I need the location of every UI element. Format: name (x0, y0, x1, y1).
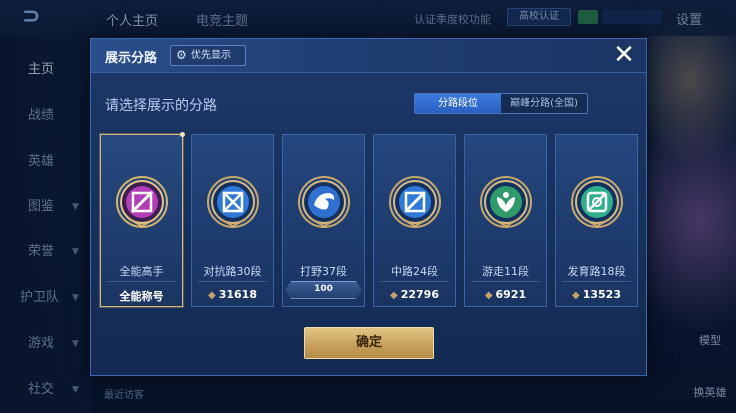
divider (562, 281, 631, 282)
lane-label: 中路24段 (391, 265, 438, 278)
lane-card-all-round[interactable]: 全能高手 全能称号 (100, 132, 185, 307)
selected-indicator (180, 132, 185, 137)
mid-lane-emblem-icon (388, 176, 441, 228)
jungle-emblem-icon (297, 176, 350, 228)
lane-value: 31618 (218, 288, 257, 301)
divider (471, 281, 540, 282)
rank-number: 100 (314, 284, 333, 294)
clash-lane-emblem-icon (206, 176, 259, 228)
divider (380, 281, 449, 282)
lane-display-dialog: 展示分路 ⚙ 优先显示 ✕ 请选择展示的分路 分路段位 巅峰分路(全国) 全能高… (90, 38, 647, 376)
gear-icon: ⚙ (176, 48, 187, 62)
dialog-header: 展示分路 ⚙ 优先显示 ✕ (91, 39, 646, 73)
score-icon: ◆ (208, 290, 216, 301)
toggle-lane-rank[interactable]: 分路段位 (415, 94, 501, 113)
all-round-emblem-icon (115, 176, 168, 228)
lane-value-row: ◆ 6921 (465, 288, 546, 301)
confirm-button[interactable]: 确定 (304, 327, 434, 359)
ranking-toggle: 分路段位 巅峰分路(全国) (414, 93, 588, 114)
dialog-title: 展示分路 (105, 51, 158, 66)
lane-card-jungle[interactable]: 打野37段 100 (282, 134, 365, 307)
lane-label: 发育路18段 (567, 265, 626, 278)
priority-display-label: 优先显示 (191, 50, 231, 61)
lane-value-row: ◆ 13523 (556, 288, 637, 301)
close-icon[interactable]: ✕ (611, 42, 637, 69)
roam-emblem-icon (479, 176, 532, 228)
divider (198, 281, 267, 282)
lane-card-roam[interactable]: 游走11段 ◆ 6921 (464, 134, 547, 307)
lane-label: 游走11段 (482, 265, 529, 278)
toggle-peak-lane[interactable]: 巅峰分路(全国) (501, 94, 587, 113)
score-icon: ◆ (390, 290, 398, 301)
lane-value-row: ◆ 22796 (374, 288, 455, 301)
lane-card-clash[interactable]: 对抗路30段 ◆ 31618 (191, 134, 274, 307)
select-lane-prompt: 请选择展示的分路 (105, 98, 217, 114)
lane-card-mid[interactable]: 中路24段 ◆ 22796 (373, 134, 456, 307)
lane-value: 全能称号 (119, 290, 164, 303)
priority-display-button[interactable]: ⚙ 优先显示 (170, 45, 246, 66)
lane-value: 6921 (495, 288, 527, 301)
divider (107, 281, 176, 282)
lane-label: 打野37段 (300, 265, 347, 278)
lane-label: 全能高手 (119, 265, 164, 278)
lane-value: 13523 (582, 288, 621, 301)
farm-lane-emblem-icon (570, 176, 623, 228)
lane-label: 对抗路30段 (203, 265, 262, 278)
score-icon: ◆ (484, 290, 493, 301)
lane-value-row: ◆ 31618 (192, 288, 273, 301)
lane-value: 22796 (400, 288, 439, 301)
rank-plate: 100 (285, 281, 362, 299)
score-icon: ◆ (572, 290, 580, 301)
lane-card-farm[interactable]: 发育路18段 ◆ 13523 (555, 134, 638, 307)
